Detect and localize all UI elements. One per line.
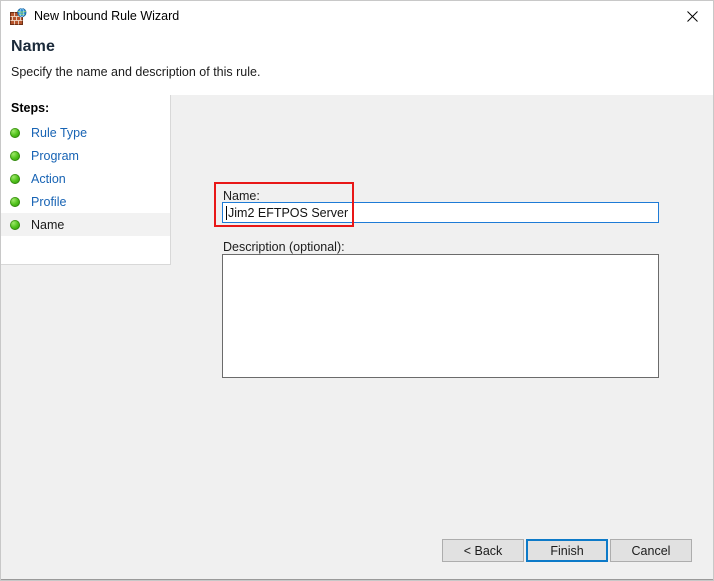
sidebar-item-label: Rule Type bbox=[31, 125, 88, 140]
page-subtitle: Specify the name and description of this… bbox=[11, 65, 261, 79]
firewall-globe-icon bbox=[10, 8, 27, 25]
back-button[interactable]: < Back bbox=[442, 539, 524, 562]
sidebar-item-label: Profile bbox=[31, 194, 67, 209]
green-bullet-icon bbox=[10, 219, 20, 230]
sidebar-item-label: Program bbox=[31, 148, 79, 163]
name-field-label: Name: bbox=[223, 189, 260, 203]
green-bullet-icon bbox=[10, 127, 20, 138]
sidebar-item-label: Action bbox=[31, 171, 66, 186]
page-header: Name Specify the name and description of… bbox=[1, 32, 713, 95]
text-caret bbox=[226, 205, 227, 220]
sidebar-item-label: Name bbox=[31, 217, 65, 232]
steps-list: Rule Type Program Action Profile Name bbox=[1, 121, 170, 236]
sidebar-item-profile[interactable]: Profile bbox=[1, 190, 170, 213]
window-title: New Inbound Rule Wizard bbox=[34, 9, 180, 23]
steps-heading: Steps: bbox=[11, 101, 50, 115]
sidebar-item-action[interactable]: Action bbox=[1, 167, 170, 190]
name-input-value: Jim2 EFTPOS Server bbox=[228, 205, 349, 220]
description-input[interactable] bbox=[222, 254, 659, 378]
page-title: Name bbox=[11, 38, 55, 55]
steps-sidebar: Steps: Rule Type Program Action Profile … bbox=[1, 95, 171, 265]
close-icon[interactable] bbox=[669, 1, 713, 31]
green-bullet-icon bbox=[10, 173, 20, 184]
cancel-button[interactable]: Cancel bbox=[610, 539, 692, 562]
sidebar-item-program[interactable]: Program bbox=[1, 144, 170, 167]
finish-button[interactable]: Finish bbox=[526, 539, 608, 562]
sidebar-item-name[interactable]: Name bbox=[1, 213, 170, 236]
title-bar: New Inbound Rule Wizard bbox=[1, 1, 713, 32]
green-bullet-icon bbox=[10, 196, 20, 207]
green-bullet-icon bbox=[10, 150, 20, 161]
sidebar-item-rule-type[interactable]: Rule Type bbox=[1, 121, 170, 144]
description-field-label: Description (optional): bbox=[223, 240, 345, 254]
new-inbound-rule-wizard-dialog: New Inbound Rule Wizard Name Specify the… bbox=[0, 0, 714, 581]
name-input[interactable]: Jim2 EFTPOS Server bbox=[222, 202, 659, 223]
